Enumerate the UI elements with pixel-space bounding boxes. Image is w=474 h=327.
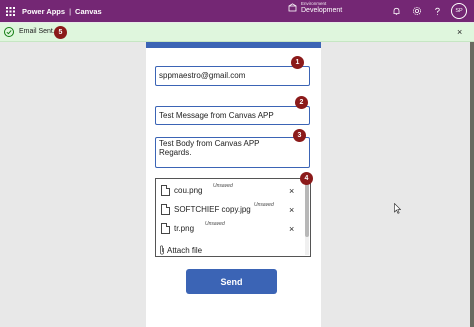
environment-name: Development — [301, 6, 343, 14]
environment-picker[interactable]: Environment Development — [288, 1, 343, 14]
attachment-status: Unsaved — [205, 221, 225, 227]
remove-attachment-button[interactable]: × — [289, 205, 294, 215]
title-separator: | — [69, 6, 72, 16]
step-badge-1: 1 — [291, 56, 304, 69]
section-name: Canvas — [75, 6, 102, 16]
attach-file-label: Attach file — [167, 245, 203, 255]
bell-icon[interactable] — [390, 5, 402, 17]
avatar[interactable]: SP — [451, 3, 467, 19]
to-email-field[interactable]: sppmaestro@gmail.com — [155, 66, 310, 86]
body-field[interactable]: Test Body from Canvas APP Regards. — [155, 137, 310, 168]
attachment-status: Unsaved — [213, 183, 233, 189]
file-icon — [161, 185, 170, 196]
file-icon — [161, 204, 170, 215]
subject-field[interactable]: Test Message from Canvas APP — [155, 106, 310, 125]
attachment-name: tr.png — [174, 224, 195, 233]
paperclip-icon — [160, 245, 164, 255]
gear-icon[interactable] — [411, 5, 423, 17]
attachment-name: SOFTCHIEF copy.jpg — [174, 205, 251, 214]
notification-bar: Email Sent. × — [0, 23, 474, 42]
environment-icon — [288, 3, 297, 12]
app-name[interactable]: Power Apps — [22, 7, 65, 16]
waffle-icon[interactable] — [2, 0, 18, 22]
attachment-item[interactable]: SOFTCHIEF copy.jpg — [161, 204, 251, 215]
close-icon[interactable]: × — [457, 27, 462, 37]
file-icon — [161, 223, 170, 234]
remove-attachment-button[interactable]: × — [289, 224, 294, 234]
notification-message: Email Sent. — [19, 28, 55, 35]
app-header: Power Apps | Canvas Environment Developm… — [0, 0, 474, 22]
attachment-item[interactable]: cou.png — [161, 185, 202, 196]
attachment-name: cou.png — [174, 186, 203, 195]
attachment-status: Unsaved — [254, 202, 274, 208]
attach-file-link[interactable]: Attach file — [159, 245, 202, 255]
environment-label: Environment — [301, 1, 327, 6]
send-button[interactable]: Send — [186, 269, 277, 294]
mouse-cursor-icon — [394, 203, 401, 214]
check-circle-icon — [4, 27, 14, 37]
remove-attachment-button[interactable]: × — [289, 186, 294, 196]
attachments-scrollbar[interactable] — [305, 182, 309, 255]
side-panel-edge — [470, 42, 474, 327]
app-canvas: sppmaestro@gmail.com Test Message from C… — [146, 42, 321, 327]
step-badge-4: 4 — [300, 172, 313, 185]
step-badge-2: 2 — [295, 96, 308, 109]
scrollbar-thumb[interactable] — [305, 182, 309, 237]
help-icon[interactable] — [431, 5, 443, 17]
step-badge-5: 5 — [54, 26, 67, 39]
canvas-header-bar — [146, 42, 321, 48]
attachments-control[interactable]: cou.png Unsaved × SOFTCHIEF copy.jpg Uns… — [155, 178, 311, 257]
attachment-item[interactable]: tr.png — [161, 223, 194, 234]
step-badge-3: 3 — [293, 129, 306, 142]
